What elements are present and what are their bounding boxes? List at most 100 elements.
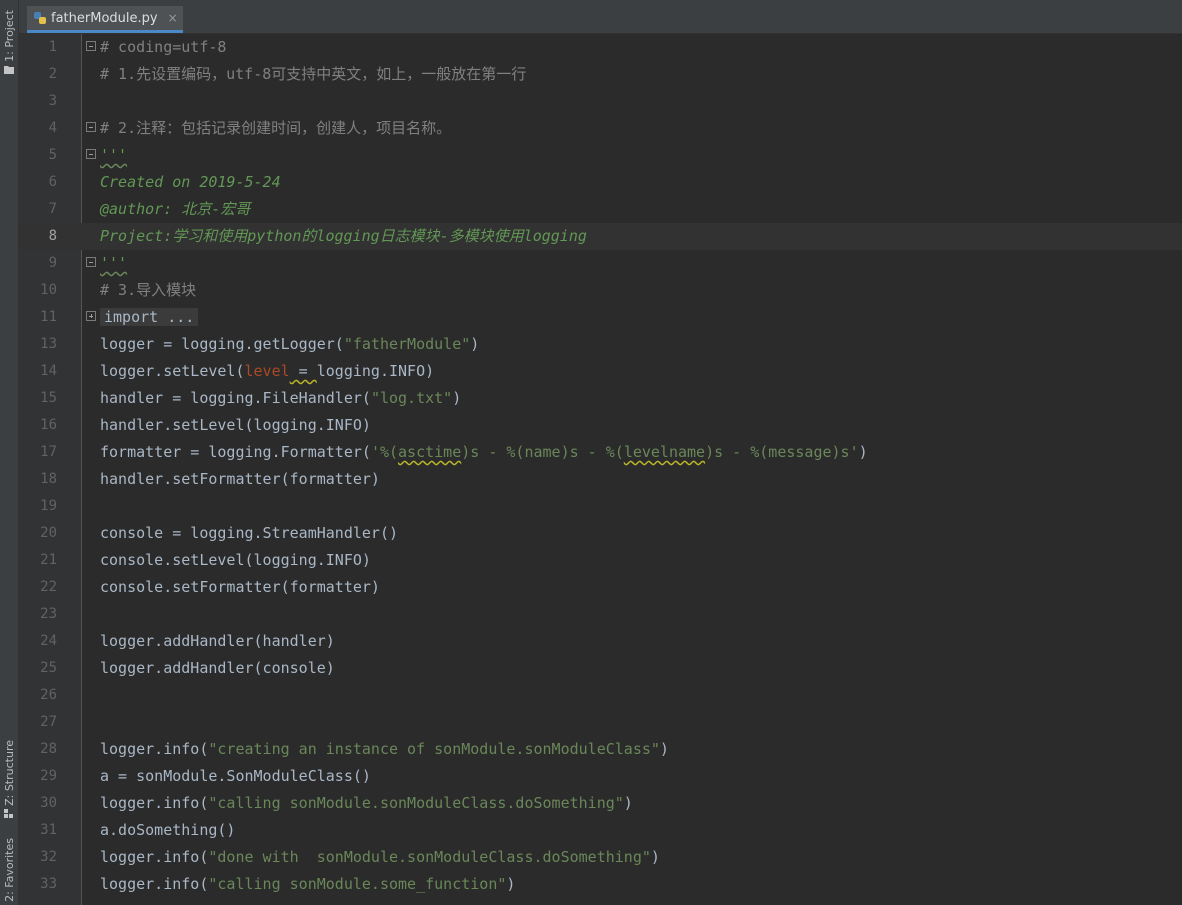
- code-line[interactable]: 26: [19, 682, 1182, 709]
- favorites-tool-label: 2: Favorites: [2, 838, 16, 902]
- code-line[interactable]: 5 ''': [19, 142, 1182, 169]
- code-token: # 1.先设置编码，utf-8可支持中英文，如上，一般放在第一行: [100, 65, 527, 83]
- line-number: 33: [40, 876, 57, 892]
- code-line[interactable]: 33 logger.info("calling sonModule.some_fu…: [19, 871, 1182, 898]
- code-line[interactable]: 10 # 3.导入模块: [19, 277, 1182, 304]
- code-line[interactable]: 7 @author: 北京-宏哥: [19, 196, 1182, 223]
- code-token: ''': [100, 254, 128, 272]
- code-line[interactable]: 32 logger.info("done with sonModule.sonMo…: [19, 844, 1182, 871]
- code-line[interactable]: 13 logger = logging.getLogger("fatherModu…: [19, 331, 1182, 358]
- code-editor[interactable]: 1 # coding=utf-8 2 # 1.先设置编码，utf-8可支持中英文，如上…: [19, 34, 1182, 905]
- line-number: 13: [40, 336, 57, 352]
- code-token: logger.addHandler(handler): [100, 632, 335, 650]
- close-tab-icon[interactable]: ×: [168, 11, 178, 25]
- collapse-fold-icon[interactable]: [86, 122, 96, 132]
- code-text: a = sonModule.SonModuleClass(): [100, 763, 371, 790]
- code-line[interactable]: 14 logger.setLevel(level = logging.INFO): [19, 358, 1182, 385]
- line-number: 24: [40, 633, 57, 649]
- code-line[interactable]: 11 import ...: [19, 304, 1182, 331]
- code-text: logger.info("calling sonModule.sonModule…: [100, 790, 633, 817]
- code-line[interactable]: 17 formatter = logging.Formatter('%(ascti…: [19, 439, 1182, 466]
- code-token: asctime: [398, 443, 462, 461]
- code-token: a.doSomething(): [100, 821, 236, 839]
- code-line[interactable]: 2 # 1.先设置编码，utf-8可支持中英文，如上，一般放在第一行: [19, 61, 1182, 88]
- expand-fold-icon[interactable]: [86, 311, 96, 321]
- line-number: 5: [48, 147, 57, 163]
- code-line[interactable]: 3: [19, 88, 1182, 115]
- code-token: ): [650, 848, 660, 866]
- code-line[interactable]: 31 a.doSomething(): [19, 817, 1182, 844]
- code-token: logger.info(: [100, 848, 209, 866]
- code-text: handler = logging.FileHandler("log.txt"): [100, 385, 461, 412]
- code-text: formatter = logging.Formatter('%(asctime…: [100, 439, 868, 466]
- code-token: logger.info(: [100, 740, 209, 758]
- code-line[interactable]: 8 Project:学习和使用python的logging日志模块-多模块使用lo…: [19, 223, 1182, 250]
- code-token: console.setFormatter(formatter): [100, 578, 380, 596]
- collapse-fold-icon[interactable]: [86, 149, 96, 159]
- code-text: logger.info("done with sonModule.sonModu…: [100, 844, 660, 871]
- code-token: "calling sonModule.sonModuleClass.doSome…: [208, 794, 624, 812]
- code-token: @author: 北京-宏哥: [100, 200, 251, 218]
- folded-imports[interactable]: import ...: [100, 308, 199, 326]
- code-line[interactable]: 6 Created on 2019-5-24: [19, 169, 1182, 196]
- structure-tool-tab[interactable]: Z: Structure: [0, 740, 18, 821]
- code-line[interactable]: 20 console = logging.StreamHandler(): [19, 520, 1182, 547]
- line-number: 30: [40, 795, 57, 811]
- code-line[interactable]: 28 logger.info("creating an instance of s…: [19, 736, 1182, 763]
- collapse-fold-icon[interactable]: [86, 41, 96, 51]
- code-text: ''': [100, 250, 127, 277]
- line-number: 6: [48, 174, 57, 190]
- code-line[interactable]: 29 a = sonModule.SonModuleClass(): [19, 763, 1182, 790]
- code-token: # coding=utf-8: [100, 38, 227, 56]
- code-text: a.doSomething(): [100, 817, 235, 844]
- folder-icon: [4, 65, 14, 74]
- collapse-fold-icon[interactable]: [86, 257, 96, 267]
- code-text: Created on 2019-5-24: [100, 169, 281, 196]
- line-number: 1: [48, 39, 57, 55]
- code-token: ): [452, 389, 462, 407]
- code-line[interactable]: 1 # coding=utf-8: [19, 34, 1182, 61]
- code-line[interactable]: 19: [19, 493, 1182, 520]
- code-text: # 3.导入模块: [100, 277, 196, 304]
- structure-tool-label: Z: Structure: [2, 740, 16, 806]
- code-line[interactable]: 21 console.setLevel(logging.INFO): [19, 547, 1182, 574]
- code-line[interactable]: 27: [19, 709, 1182, 736]
- code-line[interactable]: 30 logger.info("calling sonModule.sonModu…: [19, 790, 1182, 817]
- code-line[interactable]: 22 console.setFormatter(formatter): [19, 574, 1182, 601]
- code-token: "log.txt": [370, 389, 453, 407]
- code-line[interactable]: 16 handler.setLevel(logging.INFO): [19, 412, 1182, 439]
- code-line[interactable]: 25 logger.addHandler(console): [19, 655, 1182, 682]
- code-line[interactable]: 18 handler.setFormatter(formatter): [19, 466, 1182, 493]
- line-number: 28: [40, 741, 57, 757]
- code-line[interactable]: 23: [19, 601, 1182, 628]
- code-line[interactable]: 9 ''': [19, 250, 1182, 277]
- code-token: console = logging.StreamHandler(): [100, 524, 399, 542]
- code-token: # 3.导入模块: [100, 281, 197, 299]
- code-token: handler.setLevel(logging.INFO): [100, 416, 371, 434]
- code-line[interactable]: 15 handler = logging.FileHandler("log.txt…: [19, 385, 1182, 412]
- line-number: 21: [40, 552, 57, 568]
- code-token: console.setLevel(logging.INFO): [100, 551, 371, 569]
- line-number: 14: [40, 363, 57, 379]
- line-number: 3: [48, 93, 57, 109]
- tab-fathermodule[interactable]: fatherModule.py ×: [27, 6, 183, 33]
- python-file-icon: [34, 12, 46, 24]
- project-tool-tab[interactable]: 1: Project: [0, 10, 18, 77]
- structure-icon: [4, 808, 13, 818]
- line-number: 25: [40, 660, 57, 676]
- code-text: # 1.先设置编码，utf-8可支持中英文，如上，一般放在第一行: [100, 61, 526, 88]
- favorites-tool-tab[interactable]: 2: Favorites: [0, 838, 18, 902]
- line-number: 32: [40, 849, 57, 865]
- code-text: handler.setLevel(logging.INFO): [100, 412, 371, 439]
- code-line[interactable]: 4 # 2.注释：包括记录创建时间，创建人，项目名称。: [19, 115, 1182, 142]
- line-number: 4: [48, 120, 57, 136]
- code-token: "creating an instance of sonModule.sonMo…: [208, 740, 660, 758]
- code-text: ''': [100, 142, 127, 169]
- line-number: 26: [40, 687, 57, 703]
- code-token: ): [659, 740, 669, 758]
- code-token: logging.INFO): [316, 362, 435, 380]
- code-line[interactable]: 24 logger.addHandler(handler): [19, 628, 1182, 655]
- code-token: )s - %(name)s - %(: [461, 443, 624, 461]
- code-text: logger.info("calling sonModule.some_func…: [100, 871, 515, 898]
- line-number: 2: [48, 66, 57, 82]
